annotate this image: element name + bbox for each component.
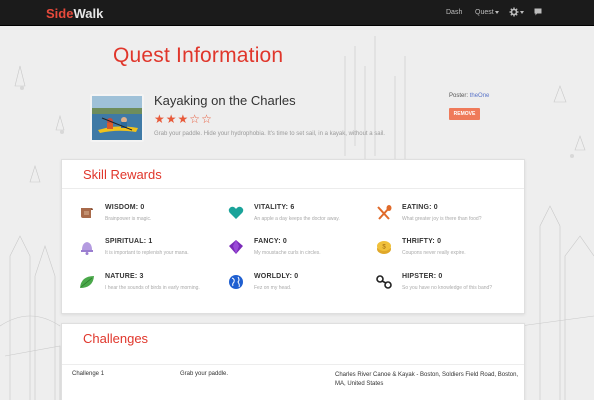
glasses-icon: [376, 275, 392, 289]
skill-description: Fez on my head.: [254, 285, 292, 291]
top-navbar: SideWalk Dash Quest: [0, 0, 594, 26]
poster-label: Poster:: [449, 93, 469, 99]
poster-info: Poster: theOne: [449, 93, 489, 99]
nav-quest-label: Quest: [475, 9, 494, 16]
skill-worldly: WORLDLY: 0 Fez on my head.: [227, 273, 367, 309]
star-empty-icon: ☆: [189, 112, 202, 126]
skill-wisdom: WISDOM: 0 Brainpower is magic.: [78, 204, 218, 240]
scroll-icon: [81, 208, 93, 218]
brand-part-side: Side: [46, 6, 74, 21]
skill-hipster: HIPSTER: 0 So you have no knowledge of t…: [375, 273, 515, 309]
fork-spoon-icon: [377, 205, 392, 220]
messages-button[interactable]: [534, 8, 542, 18]
skill-name: VITALITY: 6: [254, 204, 295, 211]
skill-name: WISDOM: 0: [105, 204, 145, 211]
star-empty-icon: ☆: [201, 112, 213, 126]
skill-name: THRIFTY: 0: [402, 238, 442, 245]
nav-dash-link[interactable]: Dash: [446, 9, 462, 16]
settings-dropdown[interactable]: [509, 7, 524, 17]
challenges-title: Challenges: [83, 331, 149, 346]
leaf-icon: [80, 276, 94, 288]
skill-description: My moustache curls in circles.: [254, 250, 321, 256]
skill-name: SPIRITUAL: 1: [105, 238, 153, 245]
skill-eating: EATING: 0 What greater joy is there than…: [375, 204, 515, 240]
skill-name: EATING: 0: [402, 204, 438, 211]
challenges-panel: Challenges Challenge 1 Grab your paddle.…: [61, 323, 525, 400]
skill-nature: NATURE: 3 I hear the sounds of birds in …: [78, 273, 218, 309]
quest-thumbnail: [90, 94, 144, 142]
globe-icon: [229, 275, 243, 289]
star-filled-icon: ★: [165, 112, 178, 126]
remove-button[interactable]: REMOVE: [449, 108, 480, 120]
nav-quest-dropdown[interactable]: Quest: [475, 9, 499, 16]
skill-rewards-panel: Skill Rewards WISDOM: 0 Brainpower is ma…: [61, 159, 525, 314]
challenge-task: Grab your paddle.: [180, 371, 229, 377]
chevron-down-icon: [494, 10, 499, 14]
chat-icon: [534, 8, 542, 16]
skill-rewards-title: Skill Rewards: [83, 167, 162, 182]
quest-description: Grab your paddle. Hide your hydrophobia.…: [154, 131, 385, 137]
skill-description: It is important to replenish your mana.: [105, 250, 189, 256]
quest-title: Kayaking on the Charles: [154, 93, 296, 108]
star-filled-icon: ★: [154, 112, 166, 126]
skill-description: Brainpower is magic.: [105, 216, 152, 222]
skill-name: WORLDLY: 0: [254, 273, 299, 280]
skill-vitality: VITALITY: 6 An apple a day keeps the doc…: [227, 204, 367, 240]
heart-icon: [228, 206, 244, 219]
coins-icon: $: [377, 241, 391, 254]
skill-spiritual: SPIRITUAL: 1 It is important to replenis…: [78, 238, 218, 274]
skill-description: I hear the sounds of birds in early morn…: [105, 285, 200, 291]
quest-rating: ★★★☆☆: [154, 112, 213, 126]
brand-part-walk: Walk: [73, 6, 104, 21]
skill-name: NATURE: 3: [105, 273, 144, 280]
skill-thrifty: $ THRIFTY: 0 Coupons never really expire…: [375, 238, 515, 274]
brand-logo[interactable]: SideWalk: [46, 6, 103, 21]
skill-name: HIPSTER: 0: [402, 273, 443, 280]
skill-description: What greater joy is there than food?: [402, 216, 482, 222]
skill-name: FANCY: 0: [254, 238, 287, 245]
gear-icon: [509, 7, 519, 17]
gem-icon: [229, 240, 243, 254]
star-filled-icon: ★: [177, 112, 190, 126]
table-row: Challenge 1 Grab your paddle. Charles Ri…: [62, 364, 524, 398]
skill-description: Coupons never really expire.: [402, 250, 466, 256]
skill-fancy: FANCY: 0 My moustache curls in circles.: [227, 238, 367, 274]
chevron-down-icon: [520, 10, 524, 14]
challenge-label: Challenge 1: [72, 371, 105, 377]
skill-description: An apple a day keeps the doctor away.: [254, 216, 340, 222]
challenge-location: Charles River Canoe & Kayak - Boston, So…: [335, 372, 519, 387]
page-title: Quest Information: [113, 44, 284, 67]
divider: [62, 188, 524, 189]
poster-link[interactable]: theOne: [470, 93, 490, 99]
bell-icon: [81, 242, 93, 255]
skill-description: So you have no knowledge of this band?: [402, 285, 493, 291]
